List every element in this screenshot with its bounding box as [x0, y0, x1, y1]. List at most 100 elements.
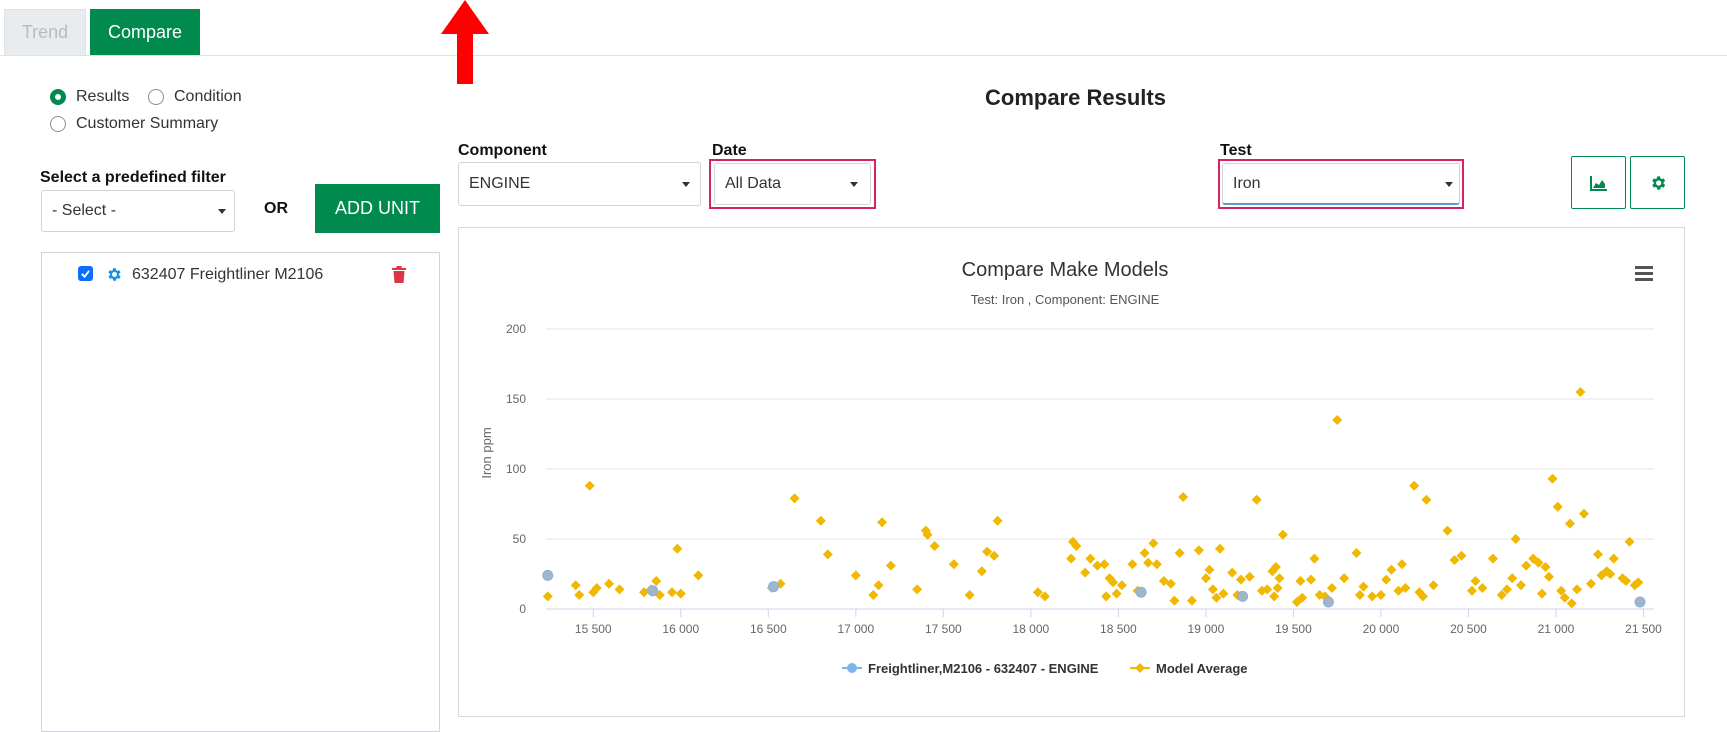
model-average-point[interactable]: [1466, 585, 1477, 596]
model-average-point[interactable]: [1235, 574, 1246, 585]
legend-item-unit[interactable]: Freightliner,M2106 - 632407 - ENGINE: [842, 661, 1099, 676]
model-average-point[interactable]: [1442, 525, 1453, 536]
model-average-point[interactable]: [1193, 545, 1204, 556]
model-average-point[interactable]: [1381, 574, 1392, 585]
model-average-point[interactable]: [1139, 548, 1150, 558]
model-average-point[interactable]: [815, 515, 826, 526]
model-average-point[interactable]: [542, 591, 553, 602]
model-average-point[interactable]: [1326, 583, 1337, 593]
tab-trend[interactable]: Trend: [4, 9, 86, 55]
model-average-point[interactable]: [1127, 559, 1138, 570]
model-average-point[interactable]: [1547, 473, 1558, 484]
radio-results[interactable]: Results: [50, 88, 129, 106]
model-average-point[interactable]: [1148, 538, 1159, 549]
model-average-point[interactable]: [1578, 508, 1589, 519]
model-average-point[interactable]: [1309, 553, 1320, 564]
radio-results-dot[interactable]: [50, 89, 66, 105]
add-unit-button[interactable]: ADD UNIT: [315, 184, 440, 233]
model-average-point[interactable]: [570, 580, 581, 591]
model-average-point[interactable]: [1367, 591, 1378, 602]
model-average-point[interactable]: [1428, 580, 1439, 591]
unit-series-point[interactable]: [768, 581, 780, 593]
model-average-point[interactable]: [1169, 595, 1180, 606]
model-average-point[interactable]: [1178, 492, 1189, 502]
model-average-point[interactable]: [584, 480, 595, 491]
model-average-point[interactable]: [1244, 571, 1255, 582]
model-average-point[interactable]: [1477, 583, 1488, 593]
unit-checkbox[interactable]: [78, 266, 93, 281]
unit-series-point[interactable]: [542, 569, 554, 581]
unit-series-point[interactable]: [1634, 596, 1646, 608]
model-average-point[interactable]: [850, 570, 861, 581]
model-average-point[interactable]: [877, 517, 888, 528]
tab-compare[interactable]: Compare: [90, 9, 200, 55]
model-average-point[interactable]: [614, 584, 625, 595]
model-average-point[interactable]: [992, 515, 1003, 526]
model-average-point[interactable]: [1564, 518, 1575, 529]
model-average-point[interactable]: [1608, 553, 1619, 564]
model-average-point[interactable]: [868, 590, 879, 600]
model-average-point[interactable]: [976, 566, 987, 577]
model-average-point[interactable]: [651, 576, 662, 586]
model-average-point[interactable]: [1174, 548, 1185, 558]
chart-view-button[interactable]: [1571, 156, 1626, 209]
model-average-point[interactable]: [672, 543, 683, 554]
model-average-point[interactable]: [912, 584, 923, 595]
model-average-point[interactable]: [1274, 573, 1285, 584]
model-average-point[interactable]: [1116, 580, 1127, 591]
model-average-point[interactable]: [1375, 590, 1386, 600]
model-average-point[interactable]: [1277, 529, 1288, 540]
model-average-point[interactable]: [1251, 494, 1262, 505]
model-average-point[interactable]: [1080, 567, 1091, 578]
predefined-filter-select[interactable]: - Select -: [41, 190, 235, 232]
model-average-point[interactable]: [1571, 584, 1582, 595]
model-average-point[interactable]: [675, 588, 686, 599]
unit-series-point[interactable]: [1237, 590, 1249, 602]
model-average-point[interactable]: [1099, 559, 1110, 570]
model-average-point[interactable]: [1396, 559, 1407, 570]
model-average-point[interactable]: [667, 587, 678, 598]
model-average-point[interactable]: [1386, 564, 1397, 575]
model-average-point[interactable]: [1543, 571, 1554, 582]
model-average-point[interactable]: [964, 590, 975, 600]
model-average-point[interactable]: [885, 560, 896, 571]
model-average-point[interactable]: [1409, 480, 1420, 491]
model-average-point[interactable]: [1552, 501, 1563, 512]
model-average-point[interactable]: [1507, 573, 1518, 584]
unit-settings-gear-icon[interactable]: [106, 266, 123, 288]
model-average-point[interactable]: [929, 541, 940, 551]
model-average-point[interactable]: [1186, 595, 1197, 606]
model-average-point[interactable]: [693, 570, 704, 581]
model-average-point[interactable]: [604, 578, 615, 589]
radio-customer-summary[interactable]: Customer Summary: [50, 115, 218, 133]
model-average-point[interactable]: [789, 493, 800, 504]
model-average-point[interactable]: [1515, 580, 1526, 591]
model-average-point[interactable]: [1470, 576, 1481, 586]
legend-item-model-average[interactable]: Model Average: [1130, 661, 1248, 676]
model-average-point[interactable]: [1143, 557, 1154, 568]
model-average-point[interactable]: [948, 559, 959, 570]
model-average-point[interactable]: [1521, 560, 1532, 571]
test-select[interactable]: Iron: [1222, 163, 1460, 205]
model-average-point[interactable]: [822, 549, 833, 560]
model-average-point[interactable]: [1624, 536, 1635, 547]
legend[interactable]: Freightliner,M2106 - 632407 - ENGINE Mode…: [842, 661, 1248, 676]
model-average-point[interactable]: [1585, 578, 1596, 589]
unit-series-point[interactable]: [1135, 586, 1147, 598]
model-average-point[interactable]: [1421, 494, 1432, 505]
model-average-point[interactable]: [1101, 591, 1112, 602]
model-average-point[interactable]: [574, 590, 585, 600]
model-average-point[interactable]: [1214, 543, 1225, 554]
date-select[interactable]: All Data: [714, 163, 871, 205]
model-average-point[interactable]: [1566, 598, 1577, 609]
chart-menu-button[interactable]: [1634, 264, 1654, 282]
component-select[interactable]: ENGINE: [458, 162, 701, 206]
model-average-point[interactable]: [1575, 387, 1586, 397]
radio-condition-dot[interactable]: [148, 89, 164, 105]
model-average-point[interactable]: [1510, 534, 1521, 544]
model-average-point[interactable]: [1351, 548, 1362, 558]
model-average-point[interactable]: [1111, 588, 1122, 599]
model-average-point[interactable]: [1085, 553, 1096, 564]
model-average-point[interactable]: [1305, 574, 1316, 585]
model-average-point[interactable]: [1339, 573, 1350, 584]
